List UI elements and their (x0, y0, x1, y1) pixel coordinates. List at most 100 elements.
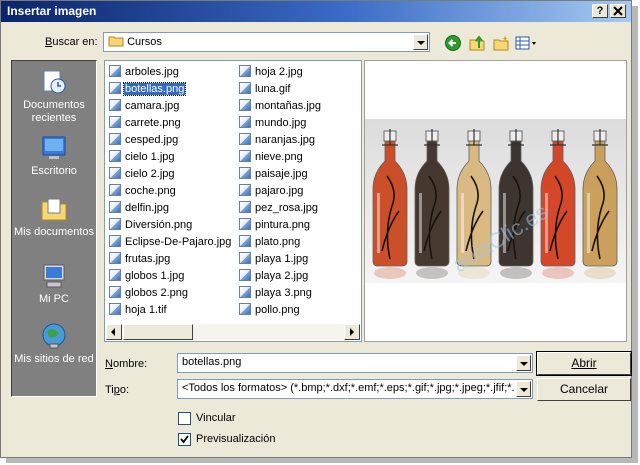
file-name: naranjas.jpg (255, 134, 315, 146)
image-file-icon (239, 133, 251, 145)
scroll-right-button[interactable] (344, 324, 360, 340)
place-network[interactable]: Mis sitios de red (12, 321, 96, 366)
file-item[interactable]: cesped.jpg (109, 132, 179, 148)
file-item[interactable]: pintura.png (239, 217, 311, 233)
image-file-icon (239, 116, 251, 128)
image-file-icon (239, 99, 251, 111)
new-folder-icon[interactable] (492, 34, 510, 52)
file-name: pintura.png (255, 219, 311, 231)
file-item[interactable]: cielo 1.jpg (109, 149, 176, 165)
insert-image-dialog: Insertar imagen ? Buscar en: Cursos Docu… (0, 0, 632, 458)
file-name: arboles.jpg (125, 66, 179, 78)
link-checkbox[interactable] (178, 412, 191, 425)
file-item[interactable]: Diversión.png (109, 217, 193, 233)
file-item[interactable]: coche.png (109, 183, 177, 199)
image-file-icon (239, 201, 251, 213)
file-item[interactable]: playa 3.png (239, 285, 313, 301)
open-button[interactable]: Abrir (536, 351, 632, 376)
file-list[interactable]: arboles.jpg botellas.png camara.jpg carrete… (104, 60, 362, 342)
cancel-button[interactable]: Cancelar (537, 378, 631, 401)
file-item[interactable]: playa 1.jpg (239, 251, 309, 267)
file-item[interactable]: arboles.jpg (109, 64, 180, 80)
file-name: frutas.jpg (125, 253, 171, 265)
file-name: pez_rosa.jpg (255, 202, 318, 214)
lookin-value: Cursos (127, 36, 162, 48)
file-name: globos 2.png (125, 287, 188, 299)
chevron-right-icon (350, 328, 354, 336)
scroll-left-button[interactable] (106, 324, 122, 340)
file-item[interactable]: playa 2.jpg (239, 268, 309, 284)
filename-value: botellas.png (182, 356, 242, 368)
image-file-icon (239, 184, 251, 196)
file-item[interactable]: paisaje.jpg (239, 166, 309, 182)
file-item[interactable]: cielo 2.jpg (109, 166, 176, 182)
filetype-combo[interactable]: <Todos los formatos> (*.bmp;*.dxf;*.emf;… (177, 379, 533, 399)
lookin-combo[interactable]: Cursos (103, 32, 430, 52)
close-button[interactable] (610, 4, 626, 18)
image-file-icon (239, 252, 251, 264)
filetype-dropdown-button[interactable] (516, 381, 531, 397)
file-item[interactable]: naranjas.jpg (239, 132, 316, 148)
folder-icon (108, 36, 124, 47)
place-label-desktop: Escritorio (31, 165, 77, 177)
file-item[interactable]: Eclipse-De-Pajaro.jpg (109, 234, 232, 250)
image-file-icon (239, 235, 251, 247)
file-item[interactable]: mundo.jpg (239, 115, 307, 131)
lookin-dropdown-button[interactable] (413, 34, 428, 50)
image-file-icon (109, 184, 121, 196)
image-file-icon (239, 65, 251, 77)
image-file-icon (239, 269, 251, 281)
file-item[interactable]: pollo.png (239, 302, 301, 318)
file-item[interactable]: pez_rosa.jpg (239, 200, 319, 216)
image-file-icon (109, 218, 121, 230)
file-name: Eclipse-De-Pajaro.jpg (125, 236, 232, 248)
image-file-icon (109, 82, 121, 94)
file-item[interactable]: camara.jpg (109, 98, 180, 114)
help-button[interactable]: ? (592, 4, 608, 18)
file-item[interactable]: pajaro.jpg (239, 183, 304, 199)
file-name: coche.png (125, 185, 176, 197)
place-my-computer[interactable]: Mi PC (12, 261, 96, 306)
desktop-icon (42, 136, 66, 159)
file-item[interactable]: hoja 2.jpg (239, 64, 304, 80)
place-my-documents[interactable]: Mis documentos (12, 194, 96, 239)
file-name: playa 2.jpg (255, 270, 309, 282)
file-name: mundo.jpg (255, 117, 307, 129)
file-item[interactable]: montañas.jpg (239, 98, 322, 114)
place-desktop[interactable]: Escritorio (12, 133, 96, 178)
file-name: playa 3.png (255, 287, 312, 299)
image-file-icon (109, 201, 121, 213)
file-item[interactable]: frutas.jpg (109, 251, 171, 267)
place-label-network: Mis sitios de red (14, 353, 94, 365)
back-arrow-icon[interactable] (444, 34, 462, 52)
title-bar[interactable]: Insertar imagen ? (1, 1, 631, 22)
file-name: pollo.png (255, 304, 300, 316)
file-item[interactable]: globos 2.png (109, 285, 189, 301)
horizontal-scrollbar[interactable] (106, 324, 360, 340)
file-item[interactable]: hoja 1.tif (109, 302, 168, 318)
filename-combo[interactable]: botellas.png (177, 353, 533, 373)
file-item[interactable]: luna.gif (239, 81, 291, 97)
file-item[interactable]: plato.png (239, 234, 301, 250)
image-file-icon (239, 303, 251, 315)
file-name: plato.png (255, 236, 301, 248)
preview-checkbox[interactable] (178, 433, 191, 446)
close-icon (613, 6, 623, 16)
filename-dropdown-button[interactable] (516, 355, 531, 371)
file-item[interactable]: globos 1.jpg (109, 268, 185, 284)
preview-label: Previsualización (196, 433, 276, 445)
filetype-label: Tipo: (105, 384, 130, 396)
network-places-icon (42, 323, 66, 349)
place-recent-documents[interactable]: Documentos recientes (12, 67, 96, 125)
file-name: montañas.jpg (255, 100, 322, 112)
scroll-thumb[interactable] (123, 324, 193, 340)
file-name: Diversión.png (125, 219, 193, 231)
file-name: pajaro.jpg (255, 185, 304, 197)
file-item[interactable]: delfin.jpg (109, 200, 170, 216)
up-folder-icon[interactable] (468, 34, 486, 52)
image-file-icon (239, 150, 251, 162)
file-item[interactable]: carrete.png (109, 115, 182, 131)
views-menu-icon[interactable] (515, 34, 539, 52)
file-item[interactable]: nieve.png (239, 149, 304, 165)
file-item[interactable]: botellas.png (109, 81, 187, 97)
